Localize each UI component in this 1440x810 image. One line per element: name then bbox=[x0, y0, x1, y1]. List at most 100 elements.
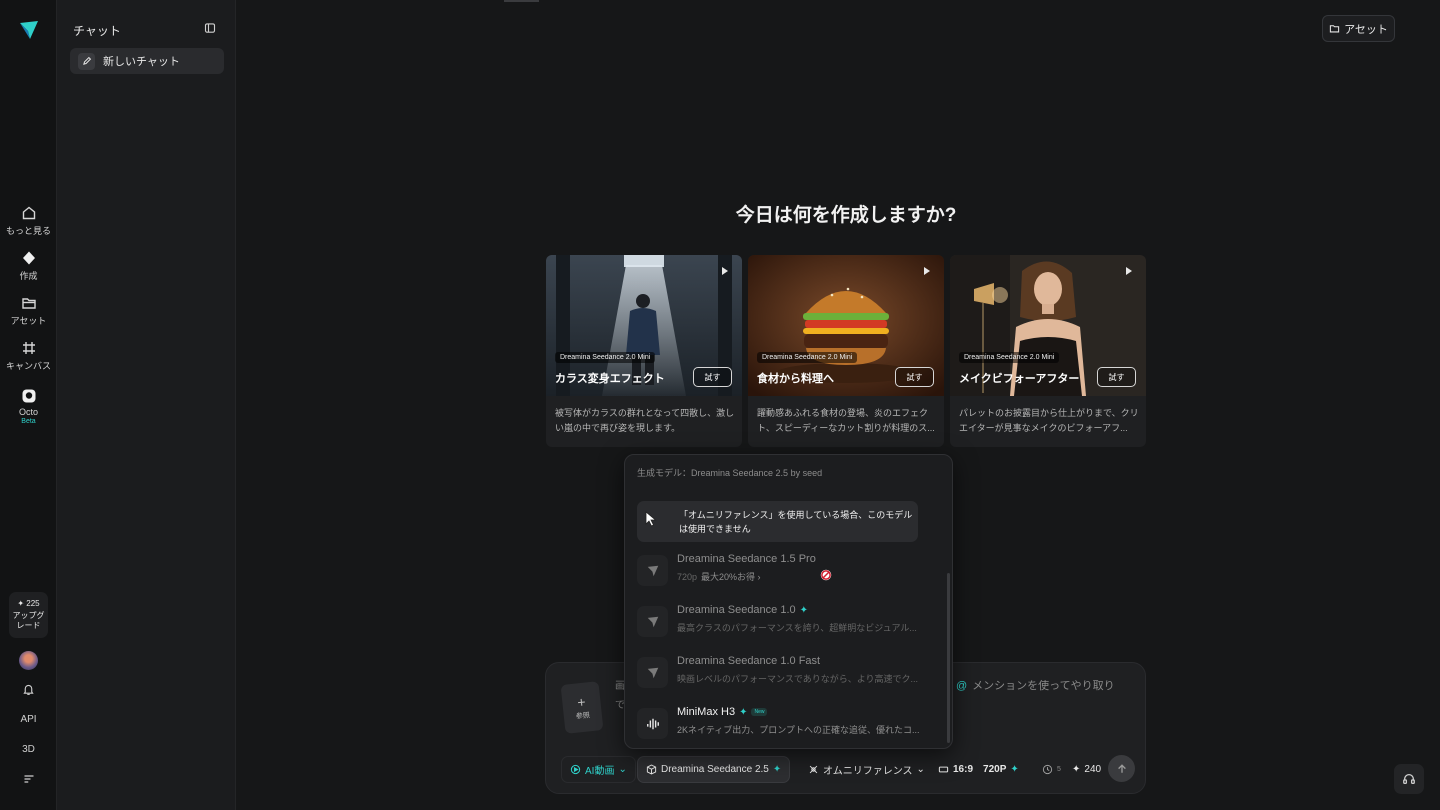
credit-cost: ✦ 240 bbox=[1064, 756, 1109, 783]
card-model-tag: Dreamina Seedance 2.0 Mini bbox=[757, 352, 858, 363]
minimax-icon bbox=[637, 708, 668, 739]
top-divider bbox=[504, 0, 539, 2]
menu-icon bbox=[24, 775, 33, 783]
3d-link[interactable]: 3D bbox=[0, 744, 57, 755]
model-unavailable-tooltip: 「オムニリファレンス」を使用している場合、このモデルは使用できません bbox=[637, 501, 918, 542]
aspect-ratio-label: 16:9 bbox=[953, 764, 974, 775]
seedance-icon bbox=[637, 606, 668, 637]
upgrade-label: アップグレード bbox=[12, 611, 45, 630]
rail-item-create[interactable]: 作成 bbox=[0, 250, 57, 282]
model-option-name-text: MiniMax H3 bbox=[677, 706, 736, 718]
new-chat-button[interactable]: 新しいチャット bbox=[70, 48, 224, 74]
template-card[interactable]: Dreamina Seedance 2.0 Mini 食材から料理へ 試す 躍動… bbox=[748, 255, 944, 447]
model-option-name: Dreamina Seedance 1.0 ✦ bbox=[677, 604, 808, 616]
chevron-down-icon: ⌄ bbox=[916, 764, 925, 775]
cursor-icon bbox=[645, 511, 657, 527]
rail-item-explore[interactable]: もっと見る bbox=[0, 205, 57, 237]
card-title: 食材から料理へ bbox=[757, 373, 834, 385]
diamond-icon bbox=[22, 251, 35, 265]
sparkle-icon: ✦ bbox=[772, 764, 782, 775]
model-option-desc: 2Kネイティブ出力、プロンプトへの正確な追従、優れたコ... bbox=[677, 725, 920, 735]
not-allowed-icon bbox=[820, 569, 832, 581]
model-option-desc: 映画レベルのパフォーマンスでありながら、より高速でク... bbox=[677, 674, 919, 684]
model-option[interactable]: Dreamina Seedance 1.0 ✦ 最高クラスのパフォーマンスを誇り、… bbox=[637, 601, 937, 645]
template-card[interactable]: Dreamina Seedance 2.0 Mini カラス変身エフェクト 試す… bbox=[546, 255, 742, 447]
try-button[interactable]: 試す bbox=[693, 367, 732, 387]
rail-item-canvas[interactable]: キャンバス bbox=[0, 340, 57, 372]
new-chat-label: 新しいチャット bbox=[103, 56, 180, 68]
api-link[interactable]: API bbox=[0, 714, 57, 725]
reference-label: 参照 bbox=[575, 711, 591, 721]
left-rail: もっと見る 作成 アセット キャンバス Octo Beta ✦ 225 アップグ… bbox=[0, 0, 57, 810]
app-logo[interactable] bbox=[17, 18, 41, 42]
clock-icon bbox=[1042, 764, 1053, 775]
play-icon bbox=[924, 267, 930, 275]
model-label: Dreamina Seedance 2.5 bbox=[661, 764, 769, 775]
rail-label: アセット bbox=[10, 316, 47, 326]
arrow-up-icon bbox=[1117, 763, 1126, 773]
rail-label: もっと見る bbox=[5, 226, 51, 236]
duration-label: 5 bbox=[1057, 766, 1061, 773]
canvas-icon bbox=[22, 342, 35, 354]
seedance-icon bbox=[637, 657, 668, 688]
card-description: 躍動感あふれる食材の登場、炎のエフェクト、スピーディーなカット割りが料理のス..… bbox=[757, 408, 935, 433]
offer-link[interactable]: 最大20%お得 › bbox=[701, 572, 761, 582]
menu-button[interactable] bbox=[0, 773, 57, 788]
assets-button-label: アセット bbox=[1344, 23, 1388, 36]
rail-item-assets[interactable]: アセット bbox=[0, 295, 57, 327]
upgrade-button[interactable]: ✦ 225 アップグレード bbox=[9, 592, 48, 638]
rail-item-octo[interactable]: Octo Beta bbox=[0, 388, 57, 425]
send-button[interactable] bbox=[1108, 755, 1135, 782]
chat-sidebar: チャット 新しいチャット bbox=[57, 0, 236, 810]
headset-icon bbox=[1403, 773, 1415, 785]
model-selector[interactable]: Dreamina Seedance 2.5 ✦ bbox=[637, 756, 791, 783]
play-icon bbox=[1126, 267, 1132, 275]
mention-hint: @ メンションを使ってやり取り bbox=[956, 677, 1115, 693]
try-button[interactable]: 試す bbox=[1097, 367, 1136, 387]
dropdown-scrollbar[interactable] bbox=[947, 573, 950, 743]
model-option-desc: 720p 最大20%お得 › bbox=[677, 570, 922, 583]
avatar[interactable] bbox=[19, 651, 38, 670]
model-option-name-text: Dreamina Seedance 1.0 bbox=[677, 604, 796, 616]
aspect-ratio-icon bbox=[938, 766, 949, 773]
card-description: パレットのお披露目から仕上がりまで、クリエイターが見事なメイクのビフォーアフ..… bbox=[959, 408, 1139, 433]
sidebar-collapse-icon[interactable] bbox=[204, 22, 216, 34]
folder-icon bbox=[21, 298, 36, 309]
beta-badge: Beta bbox=[21, 418, 36, 425]
model-option-name: Dreamina Seedance 1.0 Fast bbox=[677, 655, 821, 667]
support-button[interactable] bbox=[1394, 764, 1424, 794]
add-reference-button[interactable]: + 参照 bbox=[560, 681, 604, 734]
new-badge: New bbox=[751, 708, 768, 717]
sparkle-icon: ✦ bbox=[1010, 764, 1019, 775]
octo-icon bbox=[22, 389, 35, 403]
template-card[interactable]: Dreamina Seedance 2.0 Mini メイクビフォーアフター 試… bbox=[950, 255, 1146, 447]
rail-label: 作成 bbox=[19, 271, 38, 281]
rail-label: Octo bbox=[18, 407, 38, 417]
model-option-name: MiniMax H3 ✦ New bbox=[677, 706, 768, 718]
card-description: 被写体がカラスの群れとなって四散し、激しい嵐の中で再び姿を現します。 bbox=[555, 408, 735, 433]
mode-selector[interactable]: AI動画 ⌄ bbox=[561, 756, 636, 783]
try-button[interactable]: 試す bbox=[895, 367, 934, 387]
video-mode-icon bbox=[570, 764, 581, 775]
card-title: カラス変身エフェクト bbox=[555, 373, 665, 385]
model-option[interactable]: MiniMax H3 ✦ New 2Kネイティブ出力、プロンプトへの正確な追従、優れ… bbox=[637, 703, 937, 747]
aspect-ratio-selector[interactable]: 16:9 720P ✦ bbox=[930, 756, 1027, 783]
plus-icon: + bbox=[576, 693, 587, 710]
sparkle-icon: ✦ bbox=[799, 605, 809, 616]
rail-label: キャンバス bbox=[5, 361, 51, 371]
model-option[interactable]: Dreamina Seedance 1.0 Fast 映画レベルのパフォーマンス… bbox=[637, 652, 937, 696]
reference-mode-label: オムニリファレンス bbox=[823, 766, 913, 777]
page-heading: 今日は何を作成しますか? bbox=[735, 205, 957, 226]
edit-icon bbox=[78, 52, 95, 70]
card-title: メイクビフォーアフター bbox=[959, 373, 1080, 385]
seedance-icon bbox=[637, 555, 668, 586]
notification-button[interactable] bbox=[0, 683, 57, 699]
bell-icon bbox=[23, 684, 34, 695]
model-option[interactable]: Dreamina Seedance 1.5 Pro 720p 最大20%お得 › bbox=[637, 550, 937, 594]
omni-reference-icon bbox=[809, 765, 818, 774]
assets-button[interactable]: アセット bbox=[1322, 15, 1395, 42]
card-model-tag: Dreamina Seedance 2.0 Mini bbox=[959, 352, 1060, 363]
mention-hint-text: メンションを使ってやり取り bbox=[972, 680, 1115, 692]
card-model-tag: Dreamina Seedance 2.0 Mini bbox=[555, 352, 656, 363]
reference-selector[interactable]: オムニリファレンス ⌄ bbox=[800, 756, 933, 783]
